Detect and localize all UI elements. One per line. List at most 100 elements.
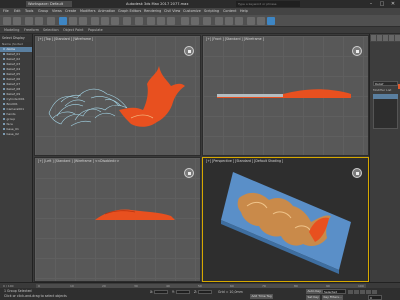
menu-views[interactable]: Views <box>52 8 62 15</box>
object-name-field[interactable]: Relief <box>373 81 398 86</box>
render-setup-icon[interactable] <box>247 17 255 25</box>
viewport-label[interactable]: [+] [Top ] [Standard ] [Wireframe ] <box>38 37 93 41</box>
curve-editor-icon[interactable] <box>215 17 223 25</box>
filter-dropdown-icon[interactable] <box>47 17 55 25</box>
previous-frame-icon[interactable] <box>354 290 359 294</box>
minimize-button[interactable]: – <box>366 0 376 8</box>
modifier-list-dropdown[interactable]: Modifier List <box>373 88 391 92</box>
tab-display[interactable]: Display <box>13 35 25 41</box>
menu-create[interactable]: Create <box>65 8 76 15</box>
maximize-button[interactable]: □ <box>377 0 387 8</box>
scene-list-item[interactable]: base_02 <box>0 132 32 137</box>
align-icon[interactable] <box>191 17 199 25</box>
visibility-eye-icon[interactable] <box>3 78 5 80</box>
motion-tab-icon[interactable] <box>389 35 394 41</box>
menu-modifiers[interactable]: Modifiers <box>80 8 95 15</box>
undo-icon[interactable] <box>3 17 11 25</box>
move-icon[interactable] <box>91 17 99 25</box>
close-button[interactable]: ✕ <box>388 0 398 8</box>
modify-tab-icon[interactable] <box>377 35 382 41</box>
angle-snap-icon[interactable] <box>157 17 165 25</box>
visibility-eye-icon[interactable] <box>3 73 5 75</box>
viewcube-icon[interactable] <box>352 46 362 56</box>
visibility-eye-icon[interactable] <box>3 48 5 50</box>
display-tab-icon[interactable] <box>395 35 400 41</box>
visibility-eye-icon[interactable] <box>3 88 5 90</box>
go-to-end-icon[interactable] <box>372 290 377 294</box>
viewcube-icon[interactable] <box>352 168 362 178</box>
tab-select[interactable]: Select <box>2 35 12 41</box>
visibility-eye-icon[interactable] <box>3 103 5 105</box>
menu-graph-editors[interactable]: Graph Editors <box>118 8 141 15</box>
viewcube-icon[interactable] <box>184 168 194 178</box>
viewport-left[interactable]: [+] [Left ] [Standard ] [Wireframe ] <<D… <box>34 157 201 282</box>
tab-modeling[interactable]: Modeling <box>4 27 19 34</box>
menu-file[interactable]: File <box>3 8 9 15</box>
next-frame-icon[interactable] <box>366 290 371 294</box>
visibility-eye-icon[interactable] <box>3 83 5 85</box>
tab-selection[interactable]: Selection <box>43 27 59 34</box>
y-coordinate[interactable]: Y: <box>172 289 190 294</box>
menu-help[interactable]: Help <box>240 8 248 15</box>
go-to-start-icon[interactable] <box>348 290 353 294</box>
viewport-label[interactable]: [+] [Perspective ] [Standard ] [Default … <box>206 159 283 163</box>
viewcube-icon[interactable] <box>184 46 194 56</box>
pivot-icon[interactable] <box>135 17 143 25</box>
visibility-eye-icon[interactable] <box>3 68 5 70</box>
percent-snap-icon[interactable] <box>167 17 175 25</box>
viewport-perspective[interactable]: [+] [Perspective ] [Standard ] [Default … <box>202 157 369 282</box>
play-icon[interactable] <box>360 290 365 294</box>
menu-content[interactable]: Content <box>223 8 237 15</box>
tab-freeform[interactable]: Freeform <box>24 27 39 34</box>
snap-icon[interactable] <box>147 17 155 25</box>
y-field[interactable] <box>175 289 190 294</box>
menu-scripting[interactable]: Scripting <box>204 8 219 15</box>
visibility-eye-icon[interactable] <box>3 128 5 130</box>
modifier-stack[interactable] <box>373 94 398 129</box>
select-by-name-icon[interactable] <box>69 17 77 25</box>
visibility-eye-icon[interactable] <box>3 63 5 65</box>
workspace-dropdown[interactable]: Workspace: Default <box>26 1 72 7</box>
menu-edit[interactable]: Edit <box>14 8 21 15</box>
render-icon[interactable] <box>267 17 275 25</box>
redo-icon[interactable] <box>13 17 21 25</box>
menu-customize[interactable]: Customize <box>183 8 201 15</box>
visibility-eye-icon[interactable] <box>3 123 5 125</box>
link-icon[interactable] <box>25 17 33 25</box>
visibility-eye-icon[interactable] <box>3 58 5 60</box>
reference-coord-icon[interactable] <box>123 17 131 25</box>
visibility-eye-icon[interactable] <box>3 108 5 110</box>
menu-group[interactable]: Group <box>38 8 48 15</box>
visibility-eye-icon[interactable] <box>3 53 5 55</box>
visibility-eye-icon[interactable] <box>3 113 5 115</box>
render-frame-icon[interactable] <box>257 17 265 25</box>
menu-rendering[interactable]: Rendering <box>144 8 161 15</box>
viewport-front[interactable]: [+] [Front ] [Standard ] [Wireframe ] <box>202 35 369 156</box>
visibility-eye-icon[interactable] <box>3 133 5 135</box>
visibility-eye-icon[interactable] <box>3 98 5 100</box>
hierarchy-tab-icon[interactable] <box>383 35 388 41</box>
key-filters-button[interactable]: Key Filters... <box>322 294 344 300</box>
tab-populate[interactable]: Populate <box>88 27 103 34</box>
viewport-label[interactable]: [+] [Front ] [Standard ] [Wireframe ] <box>206 37 264 41</box>
x-field[interactable] <box>154 289 169 294</box>
viewport-top[interactable]: [+] [Top ] [Standard ] [Wireframe ] <box>34 35 201 156</box>
material-editor-icon[interactable] <box>235 17 243 25</box>
z-field[interactable] <box>198 289 213 294</box>
auto-key-button[interactable]: Auto Key <box>306 289 323 294</box>
modifier-stack-selected-item[interactable] <box>373 94 398 99</box>
key-mode-dropdown[interactable]: Selected <box>322 289 346 294</box>
mirror-icon[interactable] <box>181 17 189 25</box>
menu-tools[interactable]: Tools <box>25 8 33 15</box>
search-input[interactable]: Type a keyword or phrase <box>236 1 300 7</box>
schematic-icon[interactable] <box>225 17 233 25</box>
visibility-eye-icon[interactable] <box>3 118 5 120</box>
layer-icon[interactable] <box>203 17 211 25</box>
menu-civil-view[interactable]: Civil View <box>164 8 180 15</box>
add-time-tag-button[interactable]: Add Time Tag <box>250 294 274 299</box>
select-object-icon[interactable] <box>59 17 67 25</box>
visibility-eye-icon[interactable] <box>3 93 5 95</box>
menu-animation[interactable]: Animation <box>98 8 115 15</box>
tab-object-paint[interactable]: Object Paint <box>63 27 84 34</box>
current-frame-field[interactable]: 0 <box>368 294 382 300</box>
